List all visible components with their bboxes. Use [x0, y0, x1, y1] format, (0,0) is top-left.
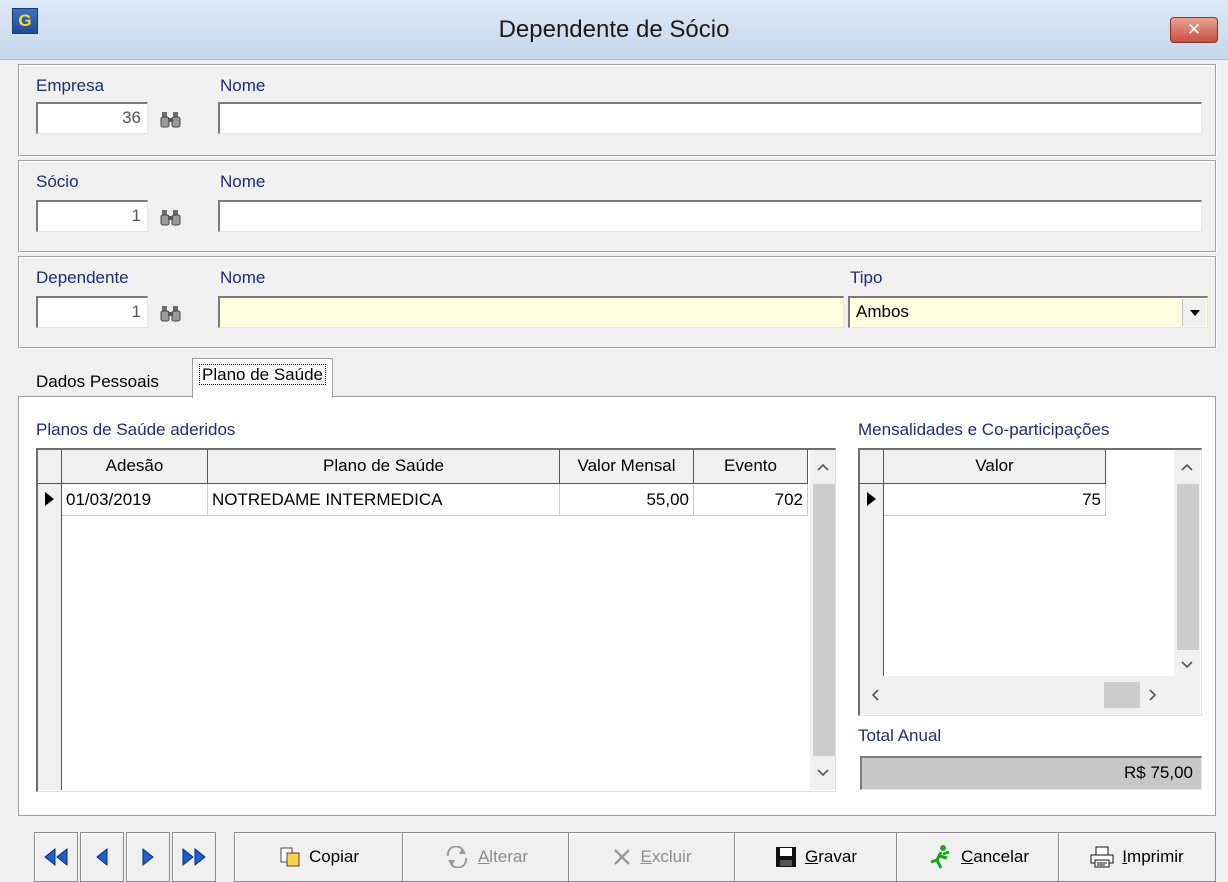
mensalidades-vertical-scrollbar[interactable]	[1174, 450, 1200, 676]
mensalidades-horizontal-scrollbar[interactable]	[860, 676, 1200, 714]
grid-corner	[38, 450, 62, 484]
excluir-label: Excluir	[640, 847, 692, 866]
cell-adesao[interactable]: 01/03/2019	[62, 484, 208, 516]
scroll-left-icon[interactable]	[864, 684, 886, 706]
mensalidades-title: Mensalidades e Co-participações	[858, 420, 1110, 439]
alterar-button[interactable]: Alterar	[402, 832, 570, 882]
col-header-valor[interactable]: Valor	[884, 450, 1106, 484]
close-button[interactable]: ✕	[1170, 17, 1218, 43]
dependente-label: Dependente	[36, 268, 129, 287]
scroll-right-icon[interactable]	[1142, 684, 1164, 706]
col-header-plano[interactable]: Plano de Saúde	[208, 450, 560, 484]
total-anual-label: Total Anual	[858, 726, 942, 745]
last-record-icon	[182, 847, 206, 867]
mensalidades-grid[interactable]: Valor 75	[858, 448, 1202, 716]
binoculars-search-icon[interactable]	[160, 208, 184, 226]
cell-valor-mensal[interactable]: 55,00	[560, 484, 694, 516]
scroll-down-icon[interactable]	[1176, 654, 1198, 676]
planos-title: Planos de Saúde aderidos	[36, 420, 236, 439]
prev-record-button[interactable]	[80, 832, 124, 882]
binoculars-search-icon[interactable]	[160, 304, 184, 322]
copiar-button[interactable]: Copiar	[234, 832, 404, 882]
binoculars-search-icon[interactable]	[160, 110, 184, 128]
scroll-down-icon[interactable]	[812, 762, 834, 784]
next-record-icon	[142, 847, 154, 867]
cancelar-label: Cancelar	[960, 847, 1030, 866]
tipo-select[interactable]: Ambos	[848, 296, 1208, 328]
tab-dados-pessoais[interactable]: Dados Pessoais	[36, 372, 159, 392]
cancelar-button[interactable]: Cancelar	[896, 832, 1060, 882]
scroll-up-icon[interactable]	[812, 456, 834, 478]
copy-icon	[280, 847, 300, 867]
planos-grid[interactable]: Adesão Plano de Saúde Valor Mensal Event…	[36, 448, 836, 792]
copiar-label: Copiar	[308, 847, 360, 866]
excluir-button[interactable]: Excluir	[568, 832, 736, 882]
current-row-arrow-icon	[45, 492, 54, 506]
tab-plano-de-saude-label: Plano de Saúde	[199, 364, 326, 385]
socio-nome-label: Nome	[220, 172, 266, 191]
col-header-evento[interactable]: Evento	[694, 450, 808, 484]
col-header-adesao[interactable]: Adesão	[62, 450, 208, 484]
delete-x-icon	[614, 849, 631, 865]
scroll-up-icon[interactable]	[1176, 456, 1198, 478]
dependente-nome-field[interactable]	[218, 296, 844, 328]
current-row-arrow-icon	[867, 492, 876, 506]
socio-label: Sócio	[36, 172, 79, 191]
window-title: Dependente de Sócio	[498, 16, 730, 43]
refresh-icon	[446, 846, 468, 868]
total-anual-field: R$ 75,00	[860, 756, 1202, 790]
col-header-valor-mensal[interactable]: Valor Mensal	[560, 450, 694, 484]
cell-evento[interactable]: 702	[694, 484, 808, 516]
next-record-button[interactable]	[126, 832, 170, 882]
dependente-code-field[interactable]: 1	[36, 296, 148, 328]
title-bar: G Dependente de Sócio ✕	[0, 0, 1228, 60]
empresa-nome-label: Nome	[220, 76, 266, 95]
first-record-icon	[44, 847, 68, 867]
save-disk-icon	[776, 847, 797, 867]
cell-plano[interactable]: NOTREDAME INTERMEDICA	[208, 484, 560, 516]
last-record-button[interactable]	[172, 832, 216, 882]
tipo-label: Tipo	[850, 268, 883, 287]
gravar-label: Gravar	[805, 847, 857, 866]
empresa-code-field[interactable]: 36	[36, 102, 148, 134]
cell-valor[interactable]: 75	[884, 484, 1106, 516]
tipo-selected-value: Ambos	[856, 302, 909, 321]
empresa-label: Empresa	[36, 76, 105, 95]
dropdown-arrow-icon[interactable]	[1182, 299, 1206, 326]
dependente-nome-label: Nome	[220, 268, 266, 287]
scroll-thumb[interactable]	[1104, 682, 1140, 708]
scroll-thumb[interactable]	[1177, 484, 1199, 650]
gravar-button[interactable]: Gravar	[734, 832, 898, 882]
printer-icon	[1090, 846, 1114, 868]
row-indicator-column	[860, 450, 884, 714]
imprimir-label: Imprimir	[1122, 847, 1184, 866]
socio-nome-field[interactable]	[218, 200, 1202, 232]
first-record-button[interactable]	[34, 832, 78, 882]
tab-plano-de-saude[interactable]: Plano de Saúde	[192, 358, 333, 398]
planos-vertical-scrollbar[interactable]	[810, 450, 835, 790]
socio-code-field[interactable]: 1	[36, 200, 148, 232]
running-man-icon	[930, 845, 950, 869]
alterar-label: Alterar	[477, 847, 529, 866]
scroll-thumb[interactable]	[813, 484, 835, 756]
prev-record-icon	[96, 847, 108, 867]
empresa-nome-field[interactable]	[218, 102, 1202, 134]
grid-corner	[860, 450, 884, 484]
imprimir-button[interactable]: Imprimir	[1058, 832, 1216, 882]
